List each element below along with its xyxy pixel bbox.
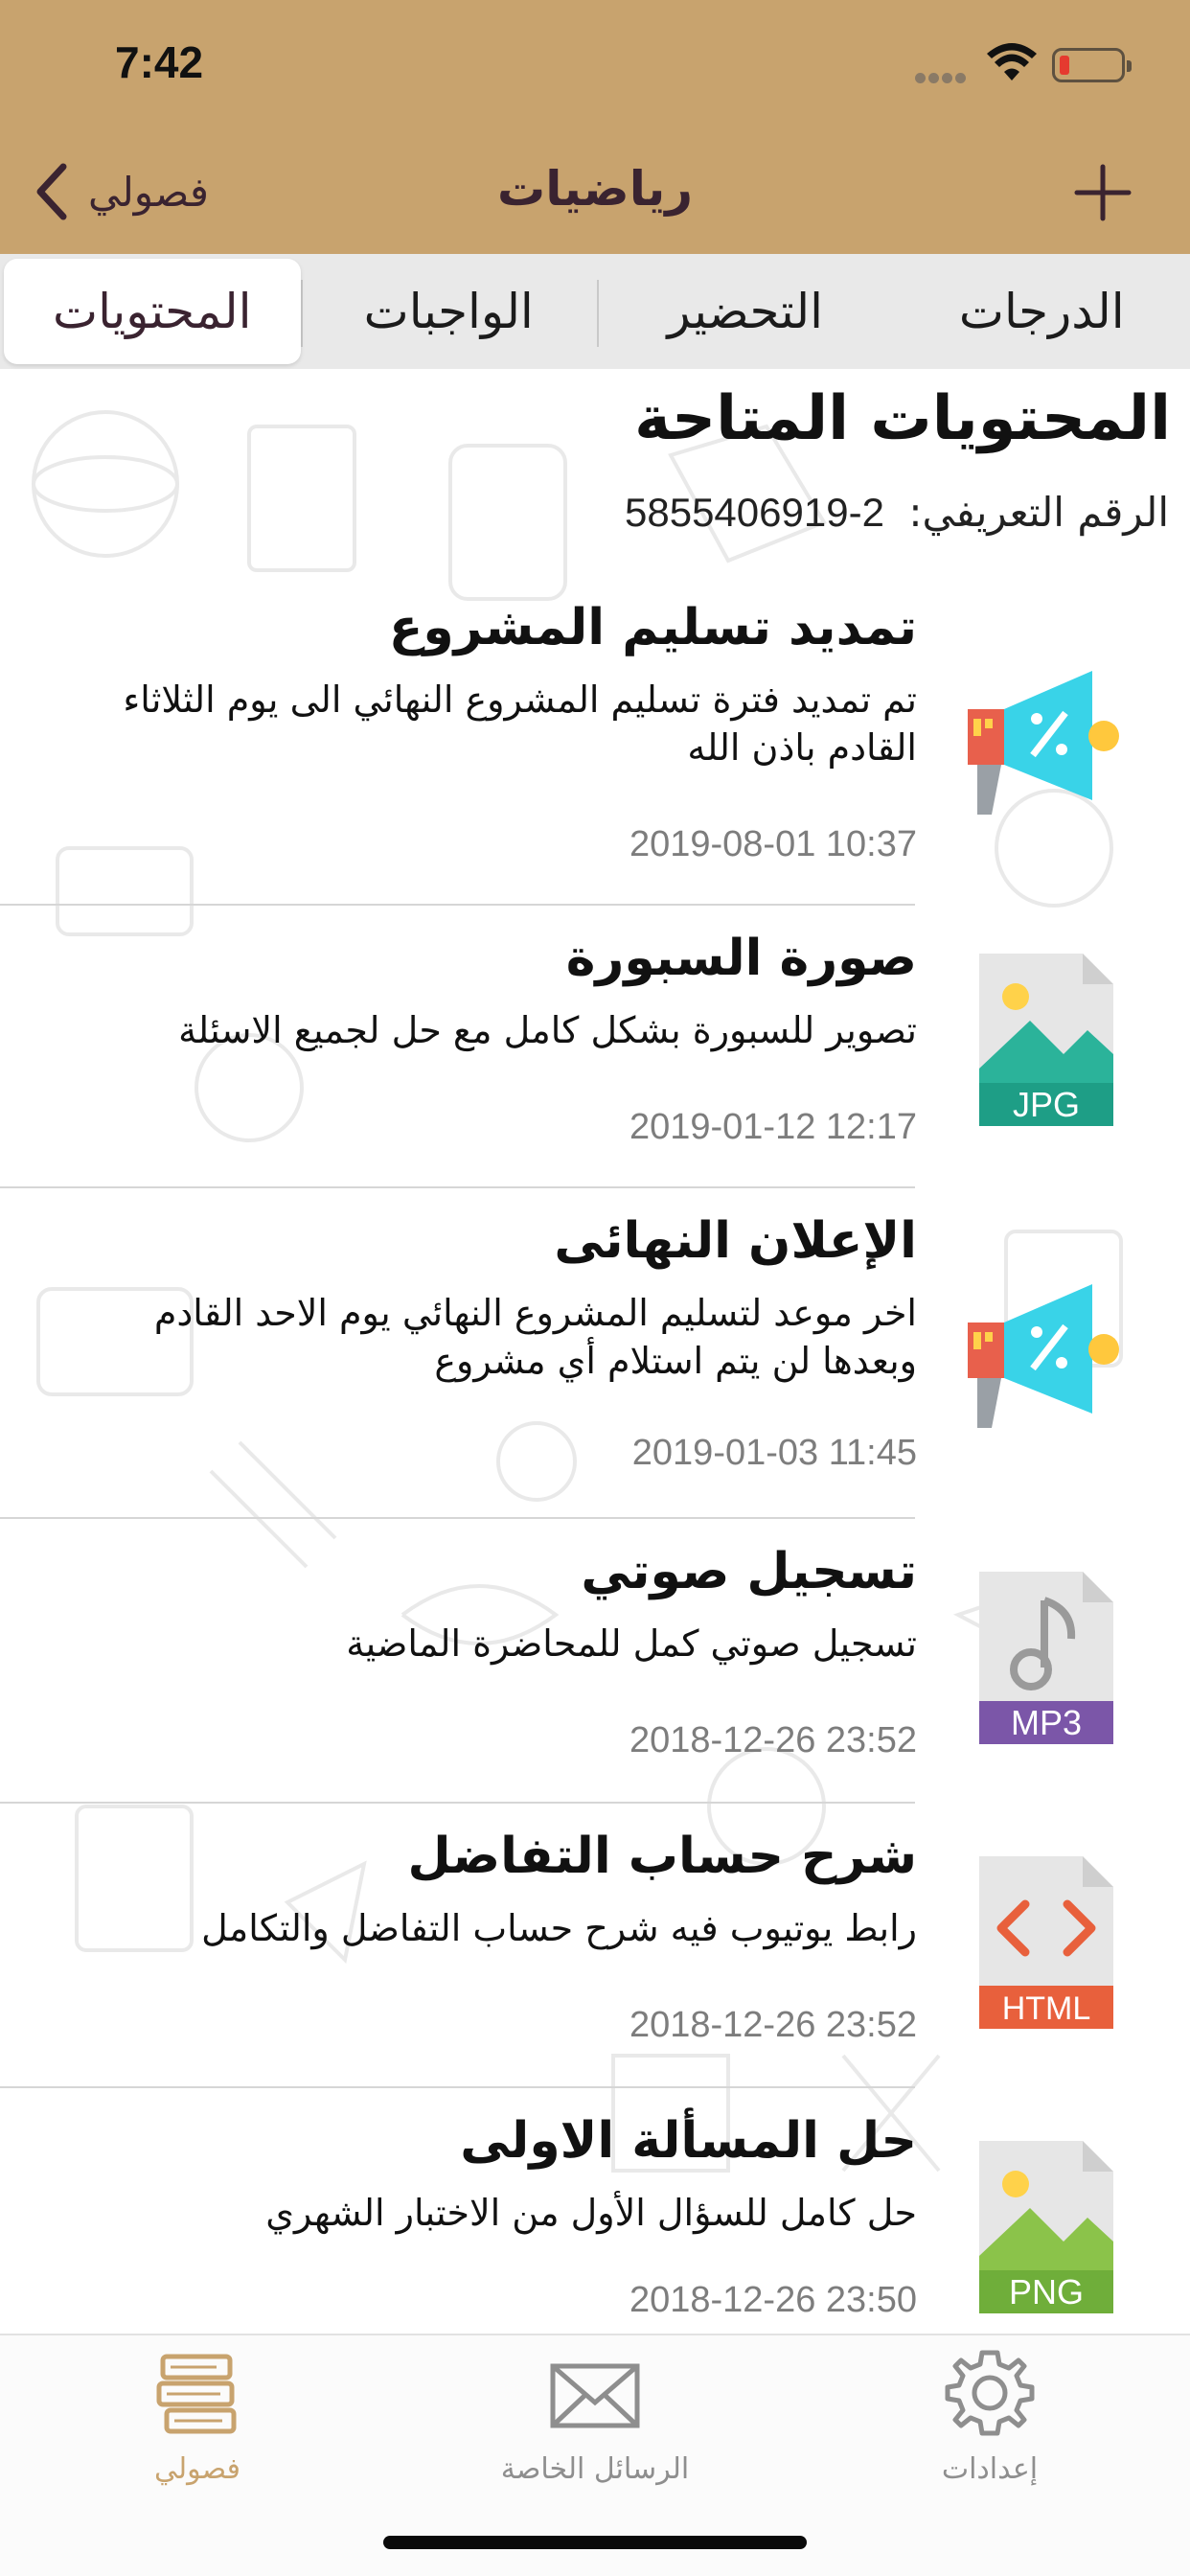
megaphone-icon (968, 1284, 1119, 1428)
navigation-header: 7:42 فصولي رياضيات (0, 0, 1190, 254)
class-id-value: 2-5855406919 (625, 490, 884, 535)
jpg-file-icon: JPG (979, 954, 1113, 1126)
png-file-icon: PNG (979, 2141, 1113, 2313)
item-description: تصوير للسبورة بشكل كامل مع حل لجميع الاس… (178, 1009, 917, 1051)
section-title: المحتويات المتاحة (634, 383, 1171, 454)
tab-homework[interactable]: الواجبات (300, 259, 598, 364)
class-id-line: الرقم التعريفي: 2-5855406919 (625, 489, 1169, 536)
item-description: حل كامل للسؤال الأول من الاختبار الشهري (265, 2192, 917, 2234)
tabbar-item-messages[interactable]: الرسائل الخاصة (451, 2345, 739, 2486)
tabbar-label: الرسائل الخاصة (500, 2452, 690, 2486)
item-date: 2019-01-03 11:45 (631, 1433, 917, 1473)
plus-icon[interactable] (1071, 161, 1134, 224)
item-description: تسجيل صوتي كمل للمحاضرة الماضية (346, 1622, 917, 1665)
item-date: 2018-12-26 23:50 (629, 2280, 917, 2320)
file-type-label: HTML (1002, 1990, 1091, 2027)
home-indicator (383, 2536, 807, 2549)
item-title: تسجيل صوتي (581, 1543, 917, 1600)
tabbar-label: إعدادات (941, 2452, 1039, 2486)
list-item[interactable]: صورة السبورة تصوير للسبورة بشكل كامل مع … (0, 906, 1190, 1188)
item-date: 2019-08-01 10:37 (629, 824, 917, 864)
segmented-tabs: الدرجات التحضير الواجبات المحتويات (0, 254, 1190, 369)
item-title: صورة السبورة (565, 930, 917, 987)
list-item[interactable]: تسجيل صوتي تسجيل صوتي كمل للمحاضرة الماض… (0, 1519, 1190, 1804)
envelope-icon (550, 2363, 640, 2428)
tabbar-label: فصولي (154, 2452, 240, 2486)
item-title: شرح حساب التفاضل (407, 1828, 917, 1885)
item-description: تم تمديد فترة تسليم المشروع النهائي الى … (123, 678, 917, 769)
status-time: 7:42 (115, 37, 204, 87)
list-item[interactable]: الإعلان النهائى اخر موعد لتسليم المشروع … (0, 1188, 1190, 1519)
signal-icon (915, 69, 969, 87)
file-type-label: PNG (1009, 2272, 1084, 2312)
tab-preparation[interactable]: التحضير (597, 259, 894, 364)
page-title: رياضيات (496, 161, 694, 217)
file-type-label: MP3 (1011, 1703, 1082, 1742)
item-title: حل المسألة الاولى (460, 2112, 917, 2170)
item-date: 2018-12-26 23:52 (629, 2005, 917, 2045)
tab-grades[interactable]: الدرجات (894, 259, 1190, 364)
html-file-icon: HTML (979, 1856, 1113, 2029)
mp3-file-icon: MP3 (979, 1572, 1113, 1744)
list-item[interactable]: شرح حساب التفاضل رابط يوتيوب فيه شرح حسا… (0, 1804, 1190, 2088)
wifi-icon (987, 43, 1037, 80)
tabbar-item-my-classes[interactable]: فصولي (54, 2345, 341, 2486)
megaphone-icon (968, 671, 1119, 815)
item-title: الإعلان النهائى (554, 1212, 917, 1270)
gear-icon (945, 2350, 1035, 2436)
class-id-label: الرقم التعريفي: (908, 489, 1169, 536)
books-icon (156, 2354, 237, 2434)
item-date: 2018-12-26 23:52 (629, 1720, 917, 1760)
battery-icon (1052, 48, 1132, 82)
list-item[interactable]: تمديد تسليم المشروع تم تمديد فترة تسليم … (0, 575, 1190, 906)
file-type-label: JPG (1013, 1085, 1080, 1124)
item-description: رابط يوتيوب فيه شرح حساب التفاضل والتكام… (201, 1907, 917, 1949)
tab-contents[interactable]: المحتويات (4, 259, 301, 364)
item-date: 2019-01-12 12:17 (629, 1107, 917, 1147)
list-item[interactable]: حل المسألة الاولى حل كامل للسؤال الأول م… (0, 2088, 1190, 2334)
tabbar-item-settings[interactable]: إعدادات (846, 2345, 1133, 2486)
item-description: اخر موعد لتسليم المشروع النهائي يوم الاح… (153, 1292, 917, 1382)
item-title: تمديد تسليم المشروع (388, 599, 917, 656)
